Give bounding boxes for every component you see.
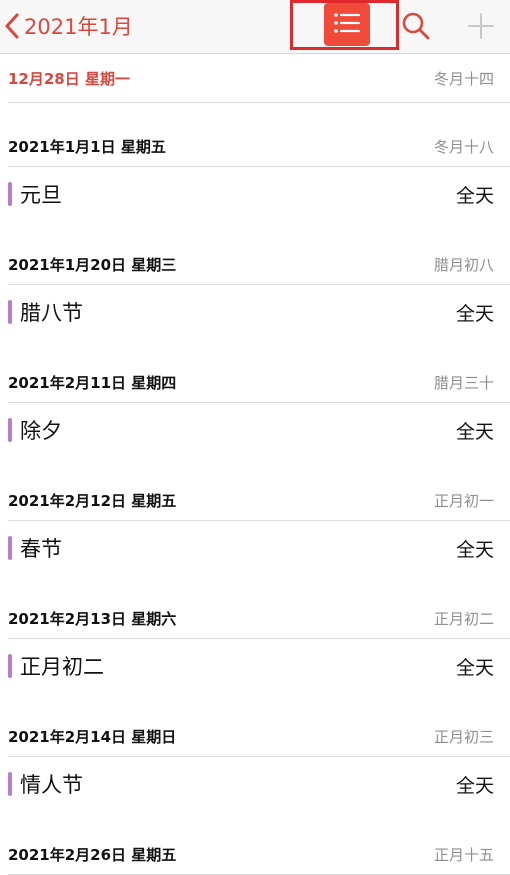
day-header: 2021年2月14日 星期日 正月初三 [8, 693, 510, 757]
event-row[interactable]: 元旦 全天 [0, 167, 510, 221]
event-row[interactable]: 春节 全天 [0, 521, 510, 575]
search-icon [401, 12, 431, 45]
day-section: 2021年2月14日 星期日 正月初三 情人节 全天 [0, 693, 510, 811]
day-date: 2021年2月13日 星期六 [8, 610, 177, 628]
event-title: 元旦 [20, 183, 62, 207]
day-header: 2021年1月1日 星期五 冬月十八 [8, 103, 510, 167]
calendar-color-bar [8, 300, 12, 324]
lunar-date: 正月初一 [433, 492, 494, 510]
day-header: 2021年1月20日 星期三 腊月初八 [8, 221, 510, 285]
day-date: 2021年2月26日 星期五 [8, 846, 177, 864]
day-header: 2021年2月13日 星期六 正月初二 [8, 575, 510, 639]
today-header: 12月28日 星期一 冬月十四 [8, 54, 510, 103]
day-date: 2021年2月11日 星期四 [8, 374, 177, 392]
day-section: 2021年1月1日 星期五 冬月十八 元旦 全天 [0, 103, 510, 221]
event-row[interactable]: 正月初二 全天 [0, 639, 510, 693]
calendar-color-bar [8, 418, 12, 442]
calendar-color-bar [8, 772, 12, 796]
day-section: 2021年2月11日 星期四 腊月三十 除夕 全天 [0, 339, 510, 457]
day-section: 2021年2月12日 星期五 正月初一 春节 全天 [0, 457, 510, 575]
calendar-color-bar [8, 536, 12, 560]
lunar-date: 腊月三十 [433, 374, 494, 392]
event-time: 全天 [455, 538, 494, 561]
day-date: 2021年1月20日 星期三 [8, 256, 177, 274]
day-section: 2021年1月20日 星期三 腊月初八 腊八节 全天 [0, 221, 510, 339]
search-button[interactable] [401, 11, 431, 41]
lunar-date: 正月初二 [433, 610, 494, 628]
event-time: 全天 [455, 302, 494, 325]
event-title: 正月初二 [20, 655, 104, 679]
day-header: 2021年2月26日 星期五 正月十五 [8, 811, 510, 875]
lunar-date: 正月初三 [433, 728, 494, 746]
day-header: 2021年2月11日 星期四 腊月三十 [8, 339, 510, 403]
event-time: 全天 [455, 184, 494, 207]
day-header: 2021年2月12日 星期五 正月初一 [8, 457, 510, 521]
day-date: 2021年2月12日 星期五 [8, 492, 177, 510]
event-title: 情人节 [20, 773, 83, 797]
list-icon [333, 11, 361, 39]
add-event-button[interactable] [466, 11, 496, 41]
day-section: 2021年2月26日 星期五 正月十五 [0, 811, 510, 875]
chevron-left-icon [4, 13, 20, 39]
event-title: 除夕 [20, 419, 62, 443]
day-date: 2021年2月14日 星期日 [8, 728, 177, 746]
event-time: 全天 [455, 656, 494, 679]
lunar-date: 腊月初八 [433, 256, 494, 274]
day-date: 2021年1月1日 星期五 [8, 138, 166, 156]
back-label: 2021年1月 [24, 15, 133, 39]
event-time: 全天 [455, 774, 494, 797]
navigation-bar: 2021年1月 [0, 0, 510, 54]
list-view-button[interactable] [324, 3, 370, 46]
day-section: 2021年2月13日 星期六 正月初二 正月初二 全天 [0, 575, 510, 693]
event-title: 腊八节 [20, 301, 83, 325]
event-row[interactable]: 情人节 全天 [0, 757, 510, 811]
plus-icon [466, 13, 496, 45]
event-title: 春节 [20, 537, 62, 561]
event-list: 12月28日 星期一 冬月十四 2021年1月1日 星期五 冬月十八 元旦 全天… [0, 54, 510, 875]
lunar-date: 冬月十八 [433, 138, 494, 156]
calendar-color-bar [8, 182, 12, 206]
back-button[interactable]: 2021年1月 [4, 10, 133, 42]
lunar-date: 正月十五 [433, 846, 494, 864]
calendar-color-bar [8, 654, 12, 678]
today-lunar-date: 冬月十四 [433, 69, 494, 88]
event-row[interactable]: 除夕 全天 [0, 403, 510, 457]
today-date: 12月28日 星期一 [8, 69, 130, 88]
event-time: 全天 [455, 420, 494, 443]
event-row[interactable]: 腊八节 全天 [0, 285, 510, 339]
